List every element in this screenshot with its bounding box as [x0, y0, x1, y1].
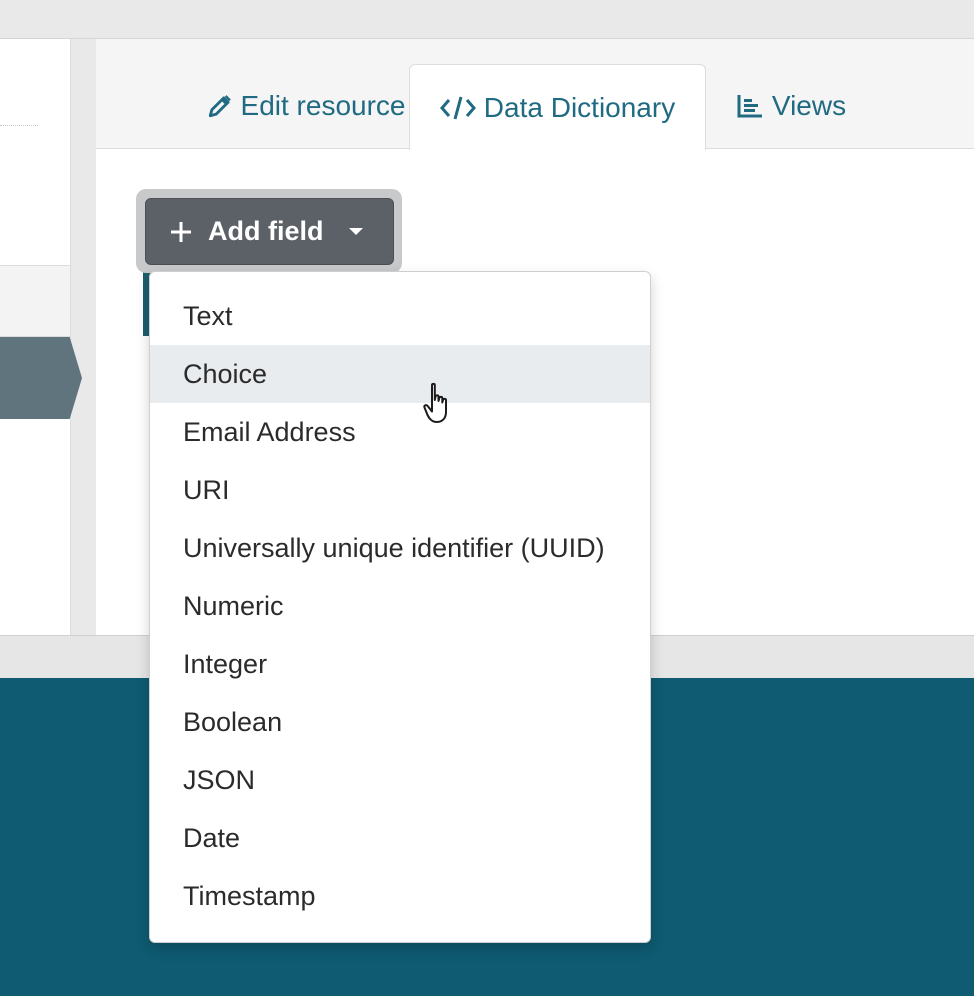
menu-item-text[interactable]: Text	[150, 287, 650, 345]
menu-item-integer[interactable]: Integer	[150, 635, 650, 693]
tab-label: Edit resource	[240, 90, 406, 121]
menu-item-uuid[interactable]: Universally unique identifier (UUID)	[150, 519, 650, 577]
tab-label: Views	[771, 90, 847, 121]
menu-item-choice[interactable]: Choice	[150, 345, 650, 403]
menu-item-boolean[interactable]: Boolean	[150, 693, 650, 751]
add-field-button[interactable]: Add field	[145, 198, 394, 265]
tab-bar: Edit resource Data Dictionary Views	[96, 39, 974, 150]
hand-pointer-icon	[422, 382, 458, 426]
tab-data-dictionary[interactable]: Data Dictionary	[409, 64, 706, 150]
field-type-menu: Text Choice Email Address URI Universall…	[149, 271, 651, 943]
add-field-label: Add field	[208, 216, 324, 246]
sidebar-divider	[0, 125, 38, 126]
menu-item-date[interactable]: Date	[150, 809, 650, 867]
pencil-icon	[207, 93, 233, 119]
tab-label: Data Dictionary	[483, 91, 676, 123]
sidebar-item[interactable]	[0, 265, 70, 337]
plus-icon	[170, 221, 192, 243]
menu-item-email-address[interactable]: Email Address	[150, 403, 650, 461]
menu-item-timestamp[interactable]: Timestamp	[150, 867, 650, 925]
menu-item-json[interactable]: JSON	[150, 751, 650, 809]
sidebar-item-active[interactable]	[0, 337, 82, 419]
tab-views[interactable]: Views	[716, 64, 866, 148]
chart-icon	[736, 93, 764, 119]
menu-item-uri[interactable]: URI	[150, 461, 650, 519]
caret-down-icon	[348, 227, 364, 237]
top-band	[0, 0, 974, 39]
menu-item-numeric[interactable]: Numeric	[150, 577, 650, 635]
code-icon	[439, 95, 476, 121]
